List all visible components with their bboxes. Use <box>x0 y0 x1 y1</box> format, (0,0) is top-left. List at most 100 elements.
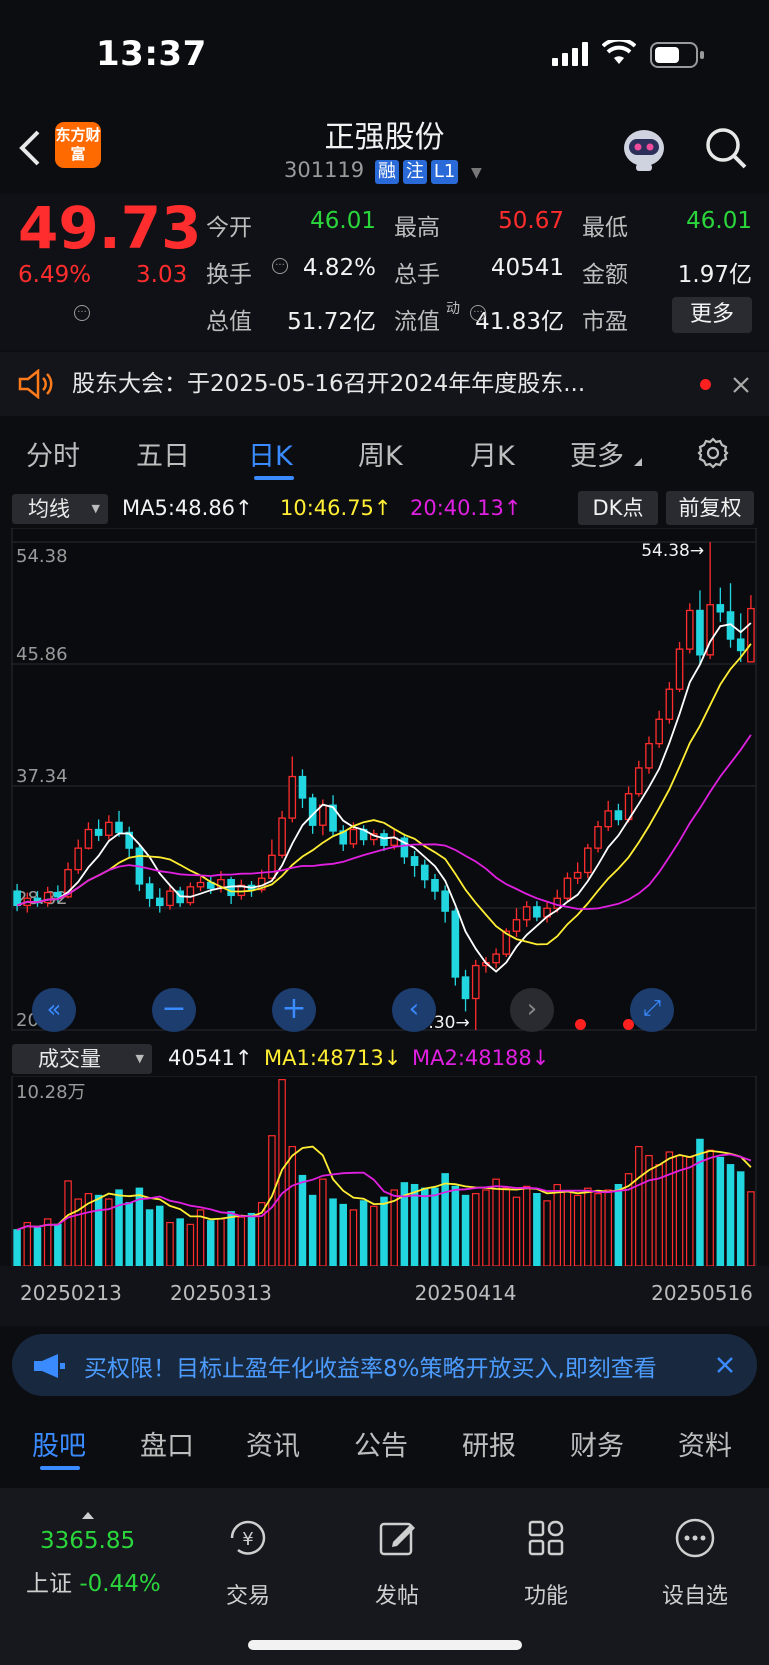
candle-body <box>634 767 643 795</box>
volume-bar <box>145 1209 154 1267</box>
dock-trade[interactable]: 交易 <box>188 1578 308 1610</box>
candle-body <box>645 742 653 769</box>
volume-bar <box>370 1205 378 1267</box>
up-arrow-icon: ↑ <box>503 496 522 520</box>
volume-bar <box>156 1205 164 1267</box>
quote-label: 最高 <box>394 215 440 241</box>
volume-bar <box>339 1203 347 1267</box>
signal-icon <box>552 42 588 70</box>
settings-gear-icon[interactable] <box>696 436 730 474</box>
active-content-tab-indicator <box>40 1466 80 1470</box>
candlestick-chart[interactable]: 54.3845.8637.3428.8220.3054.38→20.30→ <box>0 528 769 1036</box>
dropdown-icon[interactable]: ▼ <box>471 165 482 181</box>
volume-bar <box>614 1183 623 1267</box>
volume-bar <box>298 1174 307 1267</box>
volume-bar <box>736 1171 745 1267</box>
quote-value: 1.97亿 <box>677 262 752 288</box>
candle-body <box>492 953 500 964</box>
post-icon[interactable] <box>337 1516 457 1564</box>
tab-announcements[interactable]: 公告 <box>354 1424 408 1463</box>
info-icon[interactable]: ··· <box>470 305 486 321</box>
tab-monthly-k[interactable]: 月K <box>470 434 515 473</box>
notice-text[interactable]: 股东大会：于2025-05-16召开2024年年度股东... <box>72 364 662 398</box>
indicator-select[interactable]: 均线 ▼ <box>12 494 108 524</box>
candle-body <box>696 609 704 656</box>
quote-label: 换手 <box>206 262 252 288</box>
volume-bar <box>502 1187 511 1267</box>
tab-research[interactable]: 研报 <box>462 1424 516 1463</box>
active-tab-indicator <box>254 476 294 480</box>
candle-body <box>268 854 276 879</box>
candle-body <box>533 906 541 918</box>
volume-bar <box>553 1183 562 1267</box>
promo-text[interactable]: 买权限！目标止盈年化收益率8%策略开放买入,即刻查看 <box>84 1349 700 1383</box>
promo-close-icon[interactable] <box>716 1356 734 1378</box>
tab-weekly-k[interactable]: 周K <box>358 434 403 473</box>
zoom-out-button[interactable]: − <box>152 988 196 1032</box>
change-percent: 6.49% <box>18 262 92 288</box>
margin-tag: 融 <box>374 160 399 184</box>
robot-assistant-icon[interactable] <box>620 126 668 176</box>
dk-point-button[interactable]: DK点 <box>578 491 658 525</box>
volume-bar <box>512 1196 521 1267</box>
quote-value: 46.01 <box>686 208 752 234</box>
info-icon[interactable]: ··· <box>74 305 90 321</box>
candle-body <box>349 828 358 845</box>
dock-functions[interactable]: 功能 <box>486 1578 606 1610</box>
tab-profile[interactable]: 资料 <box>678 1424 732 1463</box>
info-icon[interactable]: ··· <box>272 258 288 274</box>
tab-more[interactable]: 更多 <box>570 434 624 473</box>
candle-body <box>105 821 113 836</box>
index-line[interactable]: 上证 -0.44% <box>26 1564 161 1598</box>
candle-body <box>84 828 93 849</box>
candle-body <box>685 609 694 650</box>
volume-bar <box>237 1216 246 1267</box>
candle-body <box>471 964 480 1000</box>
candle-body <box>288 775 297 819</box>
volume-bar <box>471 1193 480 1267</box>
index-change: -0.44% <box>79 1571 161 1597</box>
watchlist-icon[interactable] <box>635 1516 755 1564</box>
candle-body <box>512 919 521 932</box>
trade-icon[interactable]: ¥ <box>188 1516 308 1564</box>
volume-indicator-select[interactable]: 成交量 ▼ <box>12 1044 152 1074</box>
search-icon[interactable] <box>704 126 748 174</box>
functions-icon[interactable] <box>486 1516 606 1564</box>
more-caret-icon <box>634 458 642 466</box>
volume-bar <box>196 1209 205 1267</box>
tab-intraday[interactable]: 分时 <box>26 434 80 473</box>
candle-body <box>441 890 449 912</box>
tab-guba[interactable]: 股吧 <box>32 1424 86 1463</box>
volume-chart[interactable]: 10.28万 20250213 20250313 20250414 20250516 <box>0 1076 769 1326</box>
pe-dynamic-label: 动 <box>446 301 460 317</box>
home-indicator <box>248 1640 522 1650</box>
adjust-price-button[interactable]: 前复权 <box>666 491 754 525</box>
tab-daily-k[interactable]: 日K <box>248 434 293 473</box>
quote-value: 40541 <box>490 255 564 281</box>
dock-watchlist[interactable]: 设自选 <box>635 1578 755 1610</box>
volume-bar <box>125 1202 133 1267</box>
fullscreen-button[interactable]: ⤢ <box>630 988 674 1032</box>
quote-value: 41.83亿 <box>475 309 564 335</box>
quote-label: 总值 <box>206 309 252 335</box>
close-icon[interactable] <box>732 376 750 398</box>
scroll-left-button[interactable]: ‹ <box>392 988 436 1032</box>
x-tick-label: 20250213 <box>20 1281 122 1305</box>
tab-five-day[interactable]: 五日 <box>136 434 190 473</box>
candle-body <box>155 897 164 907</box>
dock-post[interactable]: 发帖 <box>337 1578 457 1610</box>
index-value[interactable]: 3365.85 <box>40 1528 135 1554</box>
scroll-left-fast-button[interactable]: « <box>32 988 76 1032</box>
zoom-in-button[interactable]: + <box>272 988 316 1032</box>
registration-tag: 注 <box>402 160 427 184</box>
battery-icon <box>650 42 706 72</box>
tab-financials[interactable]: 财务 <box>570 1424 624 1463</box>
volume-bar <box>64 1180 72 1267</box>
tab-order-book[interactable]: 盘口 <box>140 1424 194 1463</box>
candle-body <box>115 821 123 834</box>
candle-body <box>553 897 562 909</box>
tab-news[interactable]: 资讯 <box>246 1424 300 1463</box>
scroll-right-button[interactable]: › <box>510 988 554 1032</box>
more-button[interactable]: 更多 <box>672 297 752 333</box>
last-price: 49.73 <box>18 194 202 262</box>
